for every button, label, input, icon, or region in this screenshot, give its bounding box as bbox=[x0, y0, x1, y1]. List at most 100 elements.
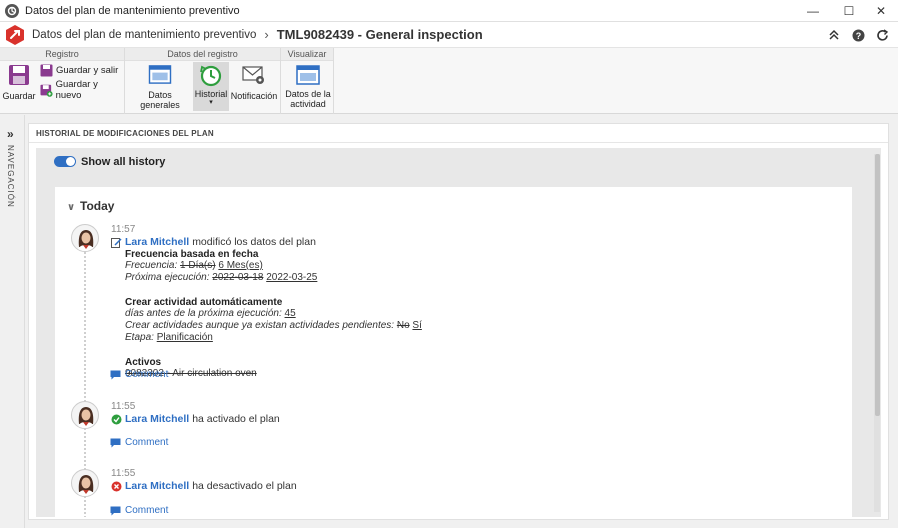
history-entry: 11:57 Lara Mitchell modificó los datos d… bbox=[111, 224, 422, 380]
x-circle-icon bbox=[111, 481, 122, 492]
user-link[interactable]: Lara Mitchell bbox=[125, 236, 189, 248]
svg-text:?: ? bbox=[855, 31, 861, 41]
change-label: Etapa: bbox=[125, 332, 154, 343]
new-value: 6 Mes(es) bbox=[218, 260, 263, 271]
window-icon bbox=[148, 65, 172, 84]
change-line: Crear actividades aunque ya existan acti… bbox=[125, 320, 422, 332]
general-data-label: Datos generales bbox=[140, 90, 180, 110]
change-label: días antes de la próxima ejecución: bbox=[125, 308, 282, 319]
notification-button[interactable]: Notificación bbox=[231, 64, 277, 110]
old-value: 1 Día(s) bbox=[180, 260, 216, 271]
comment-icon bbox=[110, 506, 121, 515]
history-icon bbox=[200, 65, 222, 87]
change-line: días antes de la próxima ejecución: 45 bbox=[125, 308, 422, 320]
ribbon-group-title: Datos del registro bbox=[125, 48, 280, 61]
help-icon[interactable]: ? bbox=[850, 27, 866, 43]
comment-label: Comment bbox=[125, 369, 169, 380]
old-value: 2022-03-18 bbox=[212, 272, 264, 283]
change-line: 9082302 - Air circulation oven bbox=[125, 368, 422, 380]
comment-icon bbox=[110, 438, 121, 447]
general-data-button[interactable]: Datos generales bbox=[129, 64, 191, 110]
change-title: Activos bbox=[125, 357, 162, 368]
entry-summary: Lara Mitchell ha activado el plan bbox=[111, 413, 280, 425]
save-label: Guardar bbox=[2, 91, 36, 101]
change-line: Frecuencia: 1 Día(s) 6 Mes(es) bbox=[125, 260, 422, 272]
minimize-button[interactable]: — bbox=[796, 0, 830, 22]
ribbon: Registro Guardar Guardar y salir Guardar… bbox=[0, 48, 898, 114]
envelope-gear-icon bbox=[242, 66, 264, 84]
app-logo-icon bbox=[6, 24, 24, 45]
old-value: No bbox=[396, 320, 410, 331]
maximize-button[interactable]: ☐ bbox=[832, 0, 866, 22]
change-title: Frecuencia basada en fecha bbox=[125, 249, 259, 260]
save-button[interactable]: Guardar bbox=[2, 64, 36, 110]
window-title: Datos del plan de mantenimiento preventi… bbox=[25, 4, 240, 17]
section-today[interactable]: ∨ Today bbox=[67, 199, 114, 213]
avatar bbox=[71, 401, 99, 429]
history-entry: 11:55 Lara Mitchell ha activado el plan bbox=[111, 401, 280, 425]
save-exit-button[interactable]: Guardar y salir bbox=[40, 64, 118, 77]
comment-link[interactable]: Comment bbox=[110, 369, 168, 380]
new-value: 2022-03-25 bbox=[266, 272, 318, 283]
history-card: ∨ Today 11:57 Lara Mitchell modificó los… bbox=[55, 187, 852, 517]
panel-title: HISTORIAL DE MODIFICACIONES DEL PLAN bbox=[29, 124, 888, 143]
edit-icon bbox=[111, 237, 122, 248]
avatar bbox=[71, 224, 99, 252]
entry-action: ha activado el plan bbox=[192, 413, 280, 425]
save-exit-label: Guardar y salir bbox=[56, 65, 119, 76]
navigation-rail[interactable]: » NAVEGACIÓN bbox=[0, 115, 25, 528]
comment-label: Comment bbox=[125, 437, 169, 448]
avatar bbox=[71, 469, 99, 497]
collapse-icon[interactable] bbox=[826, 27, 842, 43]
user-link[interactable]: Lara Mitchell bbox=[125, 413, 189, 425]
entry-time: 11:55 bbox=[111, 468, 136, 479]
navigation-label: NAVEGACIÓN bbox=[6, 145, 15, 208]
notification-label: Notificación bbox=[230, 91, 278, 101]
entry-action: modificó los datos del plan bbox=[192, 236, 316, 248]
user-avatar-icon bbox=[77, 230, 95, 251]
ribbon-group-datos-registro: Datos del registro Datos generales Histo… bbox=[125, 48, 281, 114]
change-label: Frecuencia: bbox=[125, 260, 178, 271]
entry-time: 11:57 bbox=[111, 224, 136, 235]
refresh-icon[interactable] bbox=[874, 27, 890, 43]
history-panel: HISTORIAL DE MODIFICACIONES DEL PLAN Sho… bbox=[28, 123, 889, 520]
entry-summary: Lara Mitchell modificó los datos del pla… bbox=[111, 236, 422, 248]
history-entry: 11:55 Lara Mitchell ha desactivado el pl… bbox=[111, 468, 297, 492]
show-all-toggle[interactable] bbox=[54, 156, 76, 167]
entry-time: 11:55 bbox=[111, 401, 136, 412]
change-block: Frecuencia basada en fecha Frecuencia: 1… bbox=[125, 249, 422, 380]
save-icon bbox=[9, 65, 29, 85]
activity-data-label-1: Datos de la bbox=[285, 89, 331, 99]
change-line: Etapa: Planificación bbox=[125, 332, 422, 344]
user-link[interactable]: Lara Mitchell bbox=[125, 480, 189, 492]
window-icon bbox=[296, 65, 320, 85]
show-all-label: Show all history bbox=[81, 156, 166, 168]
activity-data-button[interactable]: Datos de la actividad bbox=[283, 64, 333, 110]
comment-link[interactable]: Comment bbox=[110, 505, 168, 516]
breadcrumb-separator: › bbox=[264, 27, 269, 42]
expand-icon[interactable]: » bbox=[7, 127, 14, 141]
new-value: 45 bbox=[284, 308, 296, 319]
new-value: Planificación bbox=[156, 332, 213, 343]
change-label: Crear actividades aunque ya existan acti… bbox=[125, 320, 395, 331]
save-new-icon bbox=[40, 84, 53, 97]
user-avatar-icon bbox=[77, 407, 95, 428]
comment-link[interactable]: Comment bbox=[110, 437, 168, 448]
ribbon-group-visualizar: Visualizar Datos de la actividad bbox=[281, 48, 334, 114]
breadcrumb[interactable]: Datos del plan de mantenimiento preventi… bbox=[32, 29, 256, 41]
history-container: Show all history ∨ Today 11:57 Lara Mitc… bbox=[36, 148, 881, 517]
ribbon-group-title: Registro bbox=[0, 48, 124, 61]
app-icon bbox=[5, 3, 19, 18]
window-titlebar: Datos del plan de mantenimiento preventi… bbox=[0, 0, 898, 22]
change-title: Crear actividad automáticamente bbox=[125, 297, 283, 308]
comment-icon bbox=[110, 370, 121, 379]
history-button[interactable]: Historial ▾ bbox=[193, 62, 229, 111]
close-button[interactable]: ✕ bbox=[864, 0, 898, 22]
user-avatar-icon bbox=[77, 475, 95, 496]
chevron-down-icon[interactable]: ∨ bbox=[67, 202, 75, 213]
save-new-button[interactable]: Guardar y nuevo bbox=[40, 79, 124, 101]
section-title: Today bbox=[80, 199, 115, 213]
history-label: Historial bbox=[194, 89, 228, 99]
record-title: TML9082439 - General inspection bbox=[276, 27, 483, 42]
scrollbar-thumb[interactable] bbox=[875, 154, 880, 416]
